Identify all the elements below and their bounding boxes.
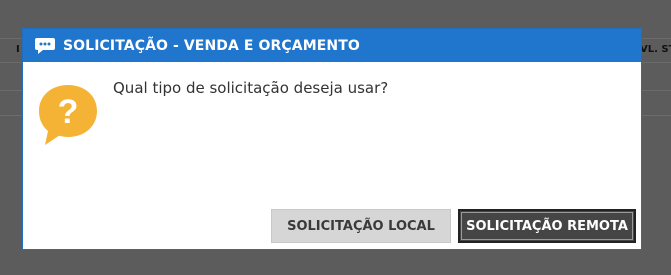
local-request-button[interactable]: SOLICITAÇÃO LOCAL xyxy=(271,209,451,243)
chat-bubble-icon xyxy=(34,36,56,56)
dialog-titlebar: SOLICITAÇÃO - VENDA E ORÇAMENTO xyxy=(23,29,641,62)
request-dialog: SOLICITAÇÃO - VENDA E ORÇAMENTO ? Qual t… xyxy=(22,28,642,250)
background-column-header: VL. ST xyxy=(640,44,671,55)
question-bubble-icon: ? xyxy=(37,81,99,149)
svg-text:?: ? xyxy=(58,93,79,131)
dialog-title: SOLICITAÇÃO - VENDA E ORÇAMENTO xyxy=(63,38,360,54)
dialog-message: Qual tipo de solicitação deseja usar? xyxy=(113,79,389,97)
remote-request-button[interactable]: SOLICITAÇÃO REMOTA xyxy=(458,209,636,243)
